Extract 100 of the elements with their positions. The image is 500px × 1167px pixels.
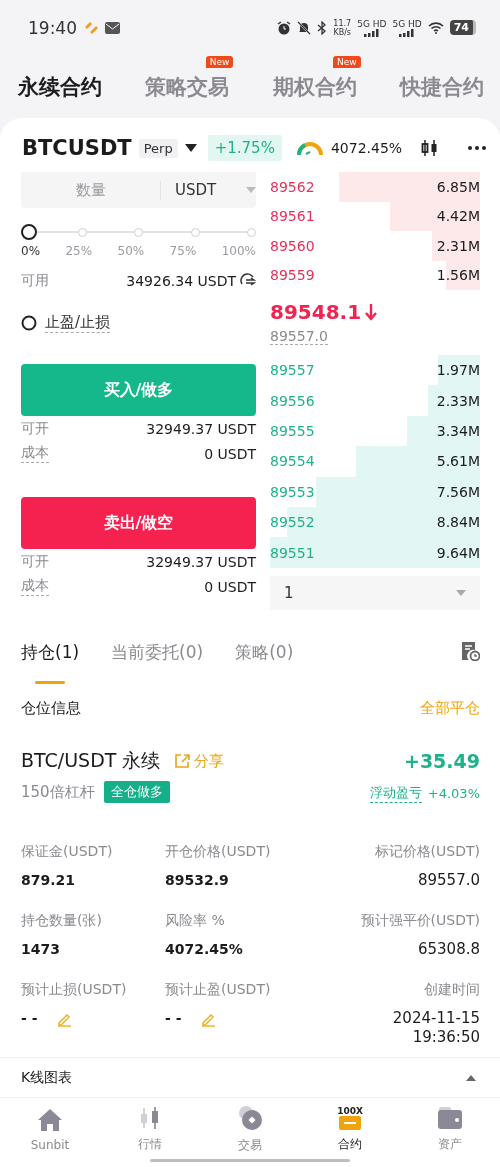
order-price[interactable]: 89555: [270, 422, 315, 439]
info-value: 32949.37 USDT: [146, 420, 256, 437]
order-book-row[interactable]: 89559 1.56M: [270, 260, 480, 290]
order-price[interactable]: 89551: [270, 544, 315, 561]
gauge-icon: [295, 140, 324, 156]
order-book-row[interactable]: 89552 8.84M: [270, 506, 480, 538]
signal-icon: [399, 28, 416, 37]
tab[interactable]: 策略(0): [235, 641, 294, 664]
tab[interactable]: 期权合约: [272, 72, 357, 101]
tab[interactable]: 持仓(1): [21, 641, 80, 684]
battery-indicator: 74: [449, 20, 476, 35]
field-label: 风险率 %: [165, 912, 226, 930]
order-price[interactable]: 89552: [270, 514, 315, 531]
arrow-down-icon: [365, 303, 378, 321]
order-book-row[interactable]: 89560 2.31M: [270, 231, 480, 261]
caret-down-icon: [456, 589, 466, 596]
risk-ratio: 4072.45%: [330, 140, 403, 156]
slider-stop[interactable]: [190, 227, 200, 237]
order-price[interactable]: 89559: [270, 267, 315, 284]
caret-down-icon: [246, 187, 257, 193]
network-speed: 11.7: [333, 18, 352, 28]
field-label: 创建时间: [424, 981, 480, 999]
document-clock-icon[interactable]: [460, 641, 480, 661]
slider-mark-label: 25%: [65, 244, 93, 258]
precision-dropdown[interactable]: 1: [270, 575, 480, 610]
order-price[interactable]: 89560: [270, 237, 315, 254]
caret-up-icon[interactable]: [466, 1074, 476, 1081]
order-price[interactable]: 89554: [270, 453, 315, 470]
slider-stop[interactable]: [247, 227, 256, 237]
slider-stop[interactable]: [134, 227, 143, 237]
field-label: 标记价格(USDT): [374, 843, 480, 861]
new-badge: New: [333, 55, 361, 68]
section-title: 仓位信息: [21, 698, 81, 718]
more-icon[interactable]: [467, 145, 488, 151]
field-value: 4072.45%: [165, 940, 243, 959]
order-size: 4.42M: [436, 208, 480, 225]
order-price[interactable]: 89562: [270, 178, 315, 195]
coin-icon: [237, 1105, 263, 1131]
position-pair: BTC/USDT 永续: [21, 748, 161, 773]
field-value: 1473: [21, 940, 60, 959]
alarm-icon: [277, 20, 292, 35]
order-book-row[interactable]: 89562 6.85M: [270, 172, 480, 202]
order-size: 1.97M: [436, 362, 480, 379]
tpsl-checkbox[interactable]: 止盈/止损: [21, 310, 256, 336]
order-size: 9.64M: [436, 544, 480, 561]
slider-thumb[interactable]: [21, 224, 37, 240]
order-book-row[interactable]: 89553 7.56M: [270, 476, 480, 507]
tab[interactable]: 永续合约: [18, 72, 102, 101]
buy-button[interactable]: 买入/做多: [21, 364, 256, 416]
mail-icon: [105, 21, 120, 34]
last-price: 89548.1: [270, 300, 362, 324]
margin-mode-tag: 全仓做多: [103, 781, 170, 803]
candlestick-icon[interactable]: [421, 139, 440, 157]
price-change: +1.75%: [207, 135, 282, 161]
slider-mark-label: 0%: [21, 244, 41, 258]
nav-item[interactable]: Sunbit: [0, 1098, 100, 1167]
info-label: 可开: [21, 552, 49, 571]
field-label: 预计止盈(USDT): [165, 981, 272, 999]
nav-item[interactable]: 行情: [100, 1098, 200, 1167]
available-balance: 34926.34 USDT: [126, 273, 236, 289]
tab[interactable]: 当前委托(0): [111, 641, 204, 664]
close-all-link[interactable]: 全部平仓: [420, 698, 480, 718]
order-price[interactable]: 89556: [270, 392, 315, 409]
order-price[interactable]: 89557: [270, 362, 315, 379]
wallet-icon: [437, 1106, 463, 1130]
order-book-row[interactable]: 89561 4.42M: [270, 201, 480, 231]
field-label: 保证金(USDT): [21, 843, 114, 861]
order-book-row[interactable]: 89551 9.64M: [270, 537, 480, 568]
field-value: 879.21: [21, 871, 76, 890]
slider-mark-label: 75%: [169, 244, 197, 258]
radio-circle-icon: [21, 315, 37, 331]
share-icon: [174, 753, 191, 769]
order-price[interactable]: 89561: [270, 208, 315, 225]
tab[interactable]: 快捷合约: [400, 72, 484, 101]
amount-field[interactable]: 数量 USDT: [21, 172, 256, 208]
order-size: 7.56M: [436, 483, 480, 500]
instrument-symbol: BTCUSDT: [22, 136, 132, 160]
order-book-row[interactable]: 89556 2.33M: [270, 385, 480, 416]
order-book-row[interactable]: 89557 1.97M: [270, 355, 480, 386]
field-label: 预计止损(USDT): [21, 981, 128, 999]
order-price[interactable]: 89553: [270, 483, 315, 500]
order-size: 2.33M: [436, 392, 480, 409]
info-value: 0 USDT: [204, 578, 256, 595]
order-size: 1.56M: [436, 267, 480, 284]
order-size: 5.61M: [436, 453, 480, 470]
slider-stop[interactable]: [77, 227, 87, 237]
nav-item[interactable]: 资产: [400, 1098, 500, 1167]
network-speed-unit: KB/s: [333, 27, 352, 37]
sell-button[interactable]: 卖出/做空: [21, 497, 256, 549]
info-value: 0 USDT: [204, 445, 256, 462]
tab[interactable]: 策略交易: [145, 72, 230, 101]
order-book-row[interactable]: 89555 3.34M: [270, 415, 480, 447]
field-value: 2024-11-15 19:36:50: [392, 1009, 480, 1047]
order-book-row[interactable]: 89554 5.61M: [270, 446, 480, 477]
caret-down-icon[interactable]: [184, 144, 197, 152]
field-label: 开仓价格(USDT): [165, 843, 272, 861]
home-icon: [37, 1107, 63, 1132]
signal-icon: [363, 28, 380, 37]
available-label: 可用: [21, 272, 49, 290]
order-size: 2.31M: [436, 237, 480, 254]
